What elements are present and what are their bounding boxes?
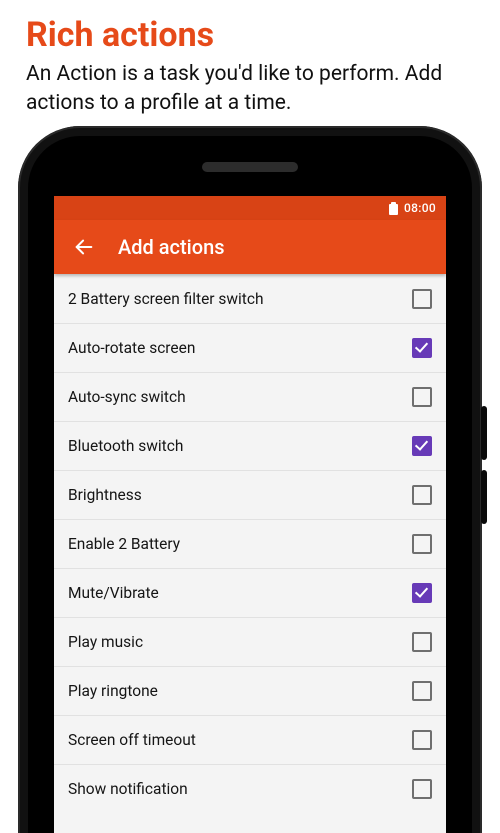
checkbox-icon[interactable] — [412, 485, 432, 505]
checkbox-icon[interactable] — [412, 387, 432, 407]
app-bar: Add actions — [54, 220, 446, 274]
action-item-label: Auto-sync switch — [68, 388, 186, 406]
checkbox-icon[interactable] — [412, 681, 432, 701]
checkbox-icon[interactable] — [412, 338, 432, 358]
action-item[interactable]: Auto-sync switch — [54, 372, 446, 421]
status-time: 08:00 — [404, 201, 436, 215]
action-item[interactable]: Mute/Vibrate — [54, 568, 446, 617]
action-item[interactable]: Show notification — [54, 764, 446, 813]
hero: Rich actions An Action is a task you'd l… — [0, 0, 500, 124]
action-item[interactable]: Play ringtone — [54, 666, 446, 715]
device-side-button — [481, 406, 487, 460]
checkbox-icon[interactable] — [412, 534, 432, 554]
checkbox-icon[interactable] — [412, 632, 432, 652]
device-screen: 08:00 Add actions 2 Battery screen filte… — [54, 196, 446, 833]
action-item-label: Bluetooth switch — [68, 437, 183, 455]
action-item[interactable]: Screen off timeout — [54, 715, 446, 764]
action-item-label: Brightness — [68, 486, 142, 504]
actions-list[interactable]: 2 Battery screen filter switch Auto-rotat… — [54, 274, 446, 813]
action-item-label: Screen off timeout — [68, 731, 196, 749]
checkbox-icon[interactable] — [412, 779, 432, 799]
store-listing-slide: Rich actions An Action is a task you'd l… — [0, 0, 500, 833]
checkbox-icon[interactable] — [412, 436, 432, 456]
hero-title: Rich actions — [26, 18, 476, 54]
action-item[interactable]: Bluetooth switch — [54, 421, 446, 470]
action-item-label: Auto-rotate screen — [68, 339, 195, 357]
battery-icon — [389, 202, 398, 215]
device-frame-inner: 08:00 Add actions 2 Battery screen filte… — [28, 136, 472, 833]
arrow-back-icon — [73, 236, 95, 258]
checkbox-icon[interactable] — [412, 730, 432, 750]
action-item[interactable]: Play music — [54, 617, 446, 666]
action-item-label: 2 Battery screen filter switch — [68, 290, 264, 308]
action-item-label: Play ringtone — [68, 682, 158, 700]
device-speaker — [202, 162, 298, 172]
action-item[interactable]: 2 Battery screen filter switch — [54, 274, 446, 323]
action-item-label: Play music — [68, 633, 143, 651]
device-side-button — [481, 470, 487, 524]
hero-subtitle: An Action is a task you'd like to perfor… — [26, 60, 476, 118]
checkbox-icon[interactable] — [412, 583, 432, 603]
checkbox-icon[interactable] — [412, 289, 432, 309]
action-item-label: Enable 2 Battery — [68, 535, 180, 553]
action-item-label: Show notification — [68, 780, 188, 798]
action-item-label: Mute/Vibrate — [68, 584, 159, 602]
device-frame-wrap: 08:00 Add actions 2 Battery screen filte… — [18, 126, 482, 833]
action-item[interactable]: Brightness — [54, 470, 446, 519]
action-item[interactable]: Enable 2 Battery — [54, 519, 446, 568]
status-bar: 08:00 — [54, 196, 446, 220]
device-frame: 08:00 Add actions 2 Battery screen filte… — [18, 126, 482, 833]
action-item[interactable]: Auto-rotate screen — [54, 323, 446, 372]
back-button[interactable] — [62, 225, 106, 269]
app-bar-title: Add actions — [118, 235, 225, 259]
